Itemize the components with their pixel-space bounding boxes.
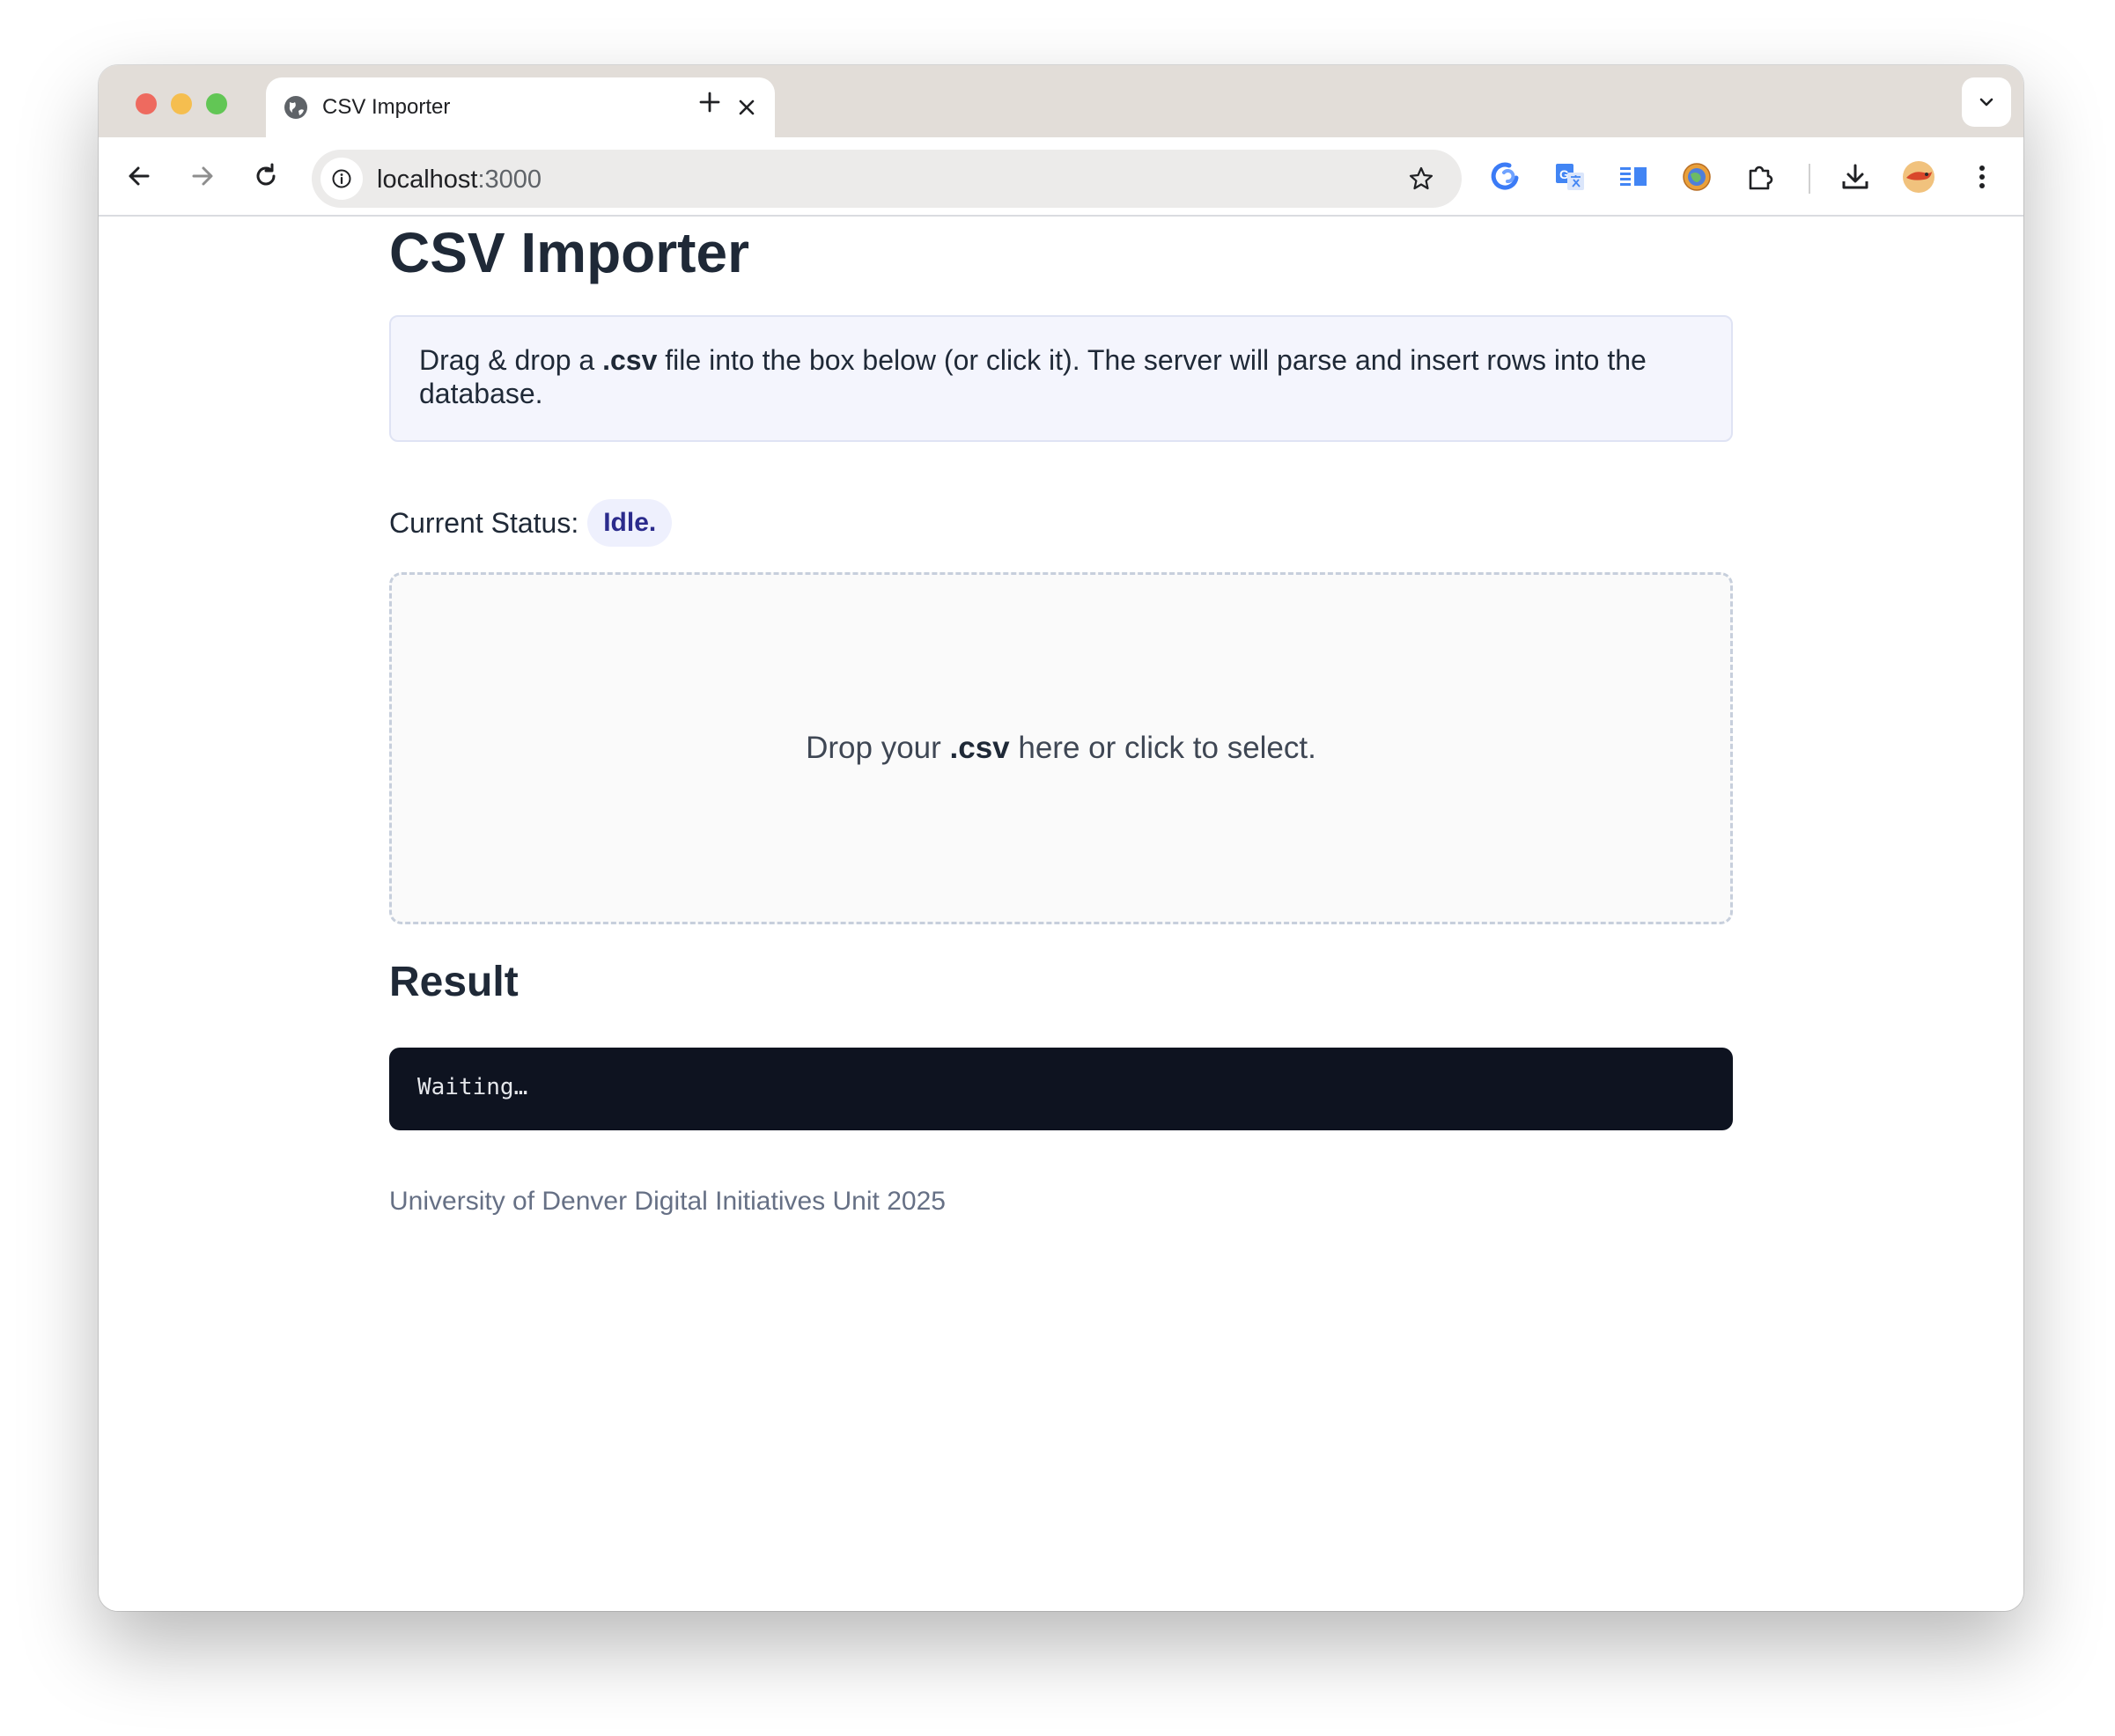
instructions-file-type: .csv [602, 344, 658, 376]
back-arrow-icon[interactable] [122, 158, 157, 194]
page-title: CSV Importer [389, 221, 749, 284]
tab-strip: CSV Importer [99, 65, 2023, 137]
sync-icon[interactable] [1490, 160, 1523, 194]
new-tab-icon[interactable] [696, 88, 724, 116]
minimize-window-button[interactable] [171, 93, 192, 114]
result-heading: Result [389, 959, 519, 1005]
dropzone-text: Drop your .csv here or click to select. [806, 731, 1316, 766]
address-bar[interactable]: localhost:3000 [312, 150, 1462, 208]
csv-dropzone[interactable]: Drop your .csv here or click to select. [389, 572, 1733, 924]
forward-arrow-icon[interactable] [185, 158, 220, 194]
site-info-button[interactable] [321, 158, 363, 200]
status-row: Current Status: Idle. [389, 498, 673, 548]
chevron-down-icon [1979, 98, 1993, 107]
tab-search-button[interactable] [1962, 77, 2011, 127]
instructions-box: Drag & drop a .csv file into the box bel… [389, 315, 1733, 442]
footer-text: University of Denver Digital Initiatives… [389, 1187, 946, 1216]
dropzone-suffix: here or click to select. [1009, 731, 1316, 765]
tab-title: CSV Importer [322, 95, 451, 119]
puzzle-icon[interactable] [1743, 160, 1777, 194]
profile-avatar[interactable] [1902, 160, 1935, 194]
url-text: localhost:3000 [377, 166, 542, 195]
toolbar-divider [1809, 164, 1810, 194]
reload-icon[interactable] [248, 158, 284, 194]
status-label: Current Status: [389, 506, 579, 539]
download-icon[interactable] [1839, 160, 1872, 194]
globe-icon [284, 96, 307, 119]
close-icon[interactable] [734, 95, 759, 120]
translate-icon[interactable]: G [1553, 160, 1587, 194]
browser-toolbar: localhost:3000 G [99, 137, 2023, 217]
instructions-prefix: Drag & drop a [419, 344, 603, 376]
status-badge: Idle. [587, 499, 673, 547]
browser-window: CSV Importer localhost:3000 G CSV Import… [99, 65, 2023, 1611]
dropzone-file-type: .csv [949, 731, 1010, 765]
url-host: localhost [377, 166, 478, 194]
reader-icon[interactable] [1617, 160, 1650, 194]
info-icon [332, 169, 351, 188]
maximize-window-button[interactable] [206, 93, 227, 114]
page-content: CSV Importer Drag & drop a .csv file int… [99, 218, 2023, 1611]
url-port: :3000 [477, 166, 542, 194]
more-menu-icon[interactable] [1965, 160, 1999, 194]
result-output: Waiting… [389, 1048, 1733, 1130]
close-window-button[interactable] [136, 93, 157, 114]
dropzone-prefix: Drop your [806, 731, 950, 765]
globe-extension-icon[interactable] [1680, 160, 1713, 194]
bookmark-star-icon[interactable] [1407, 165, 1435, 193]
